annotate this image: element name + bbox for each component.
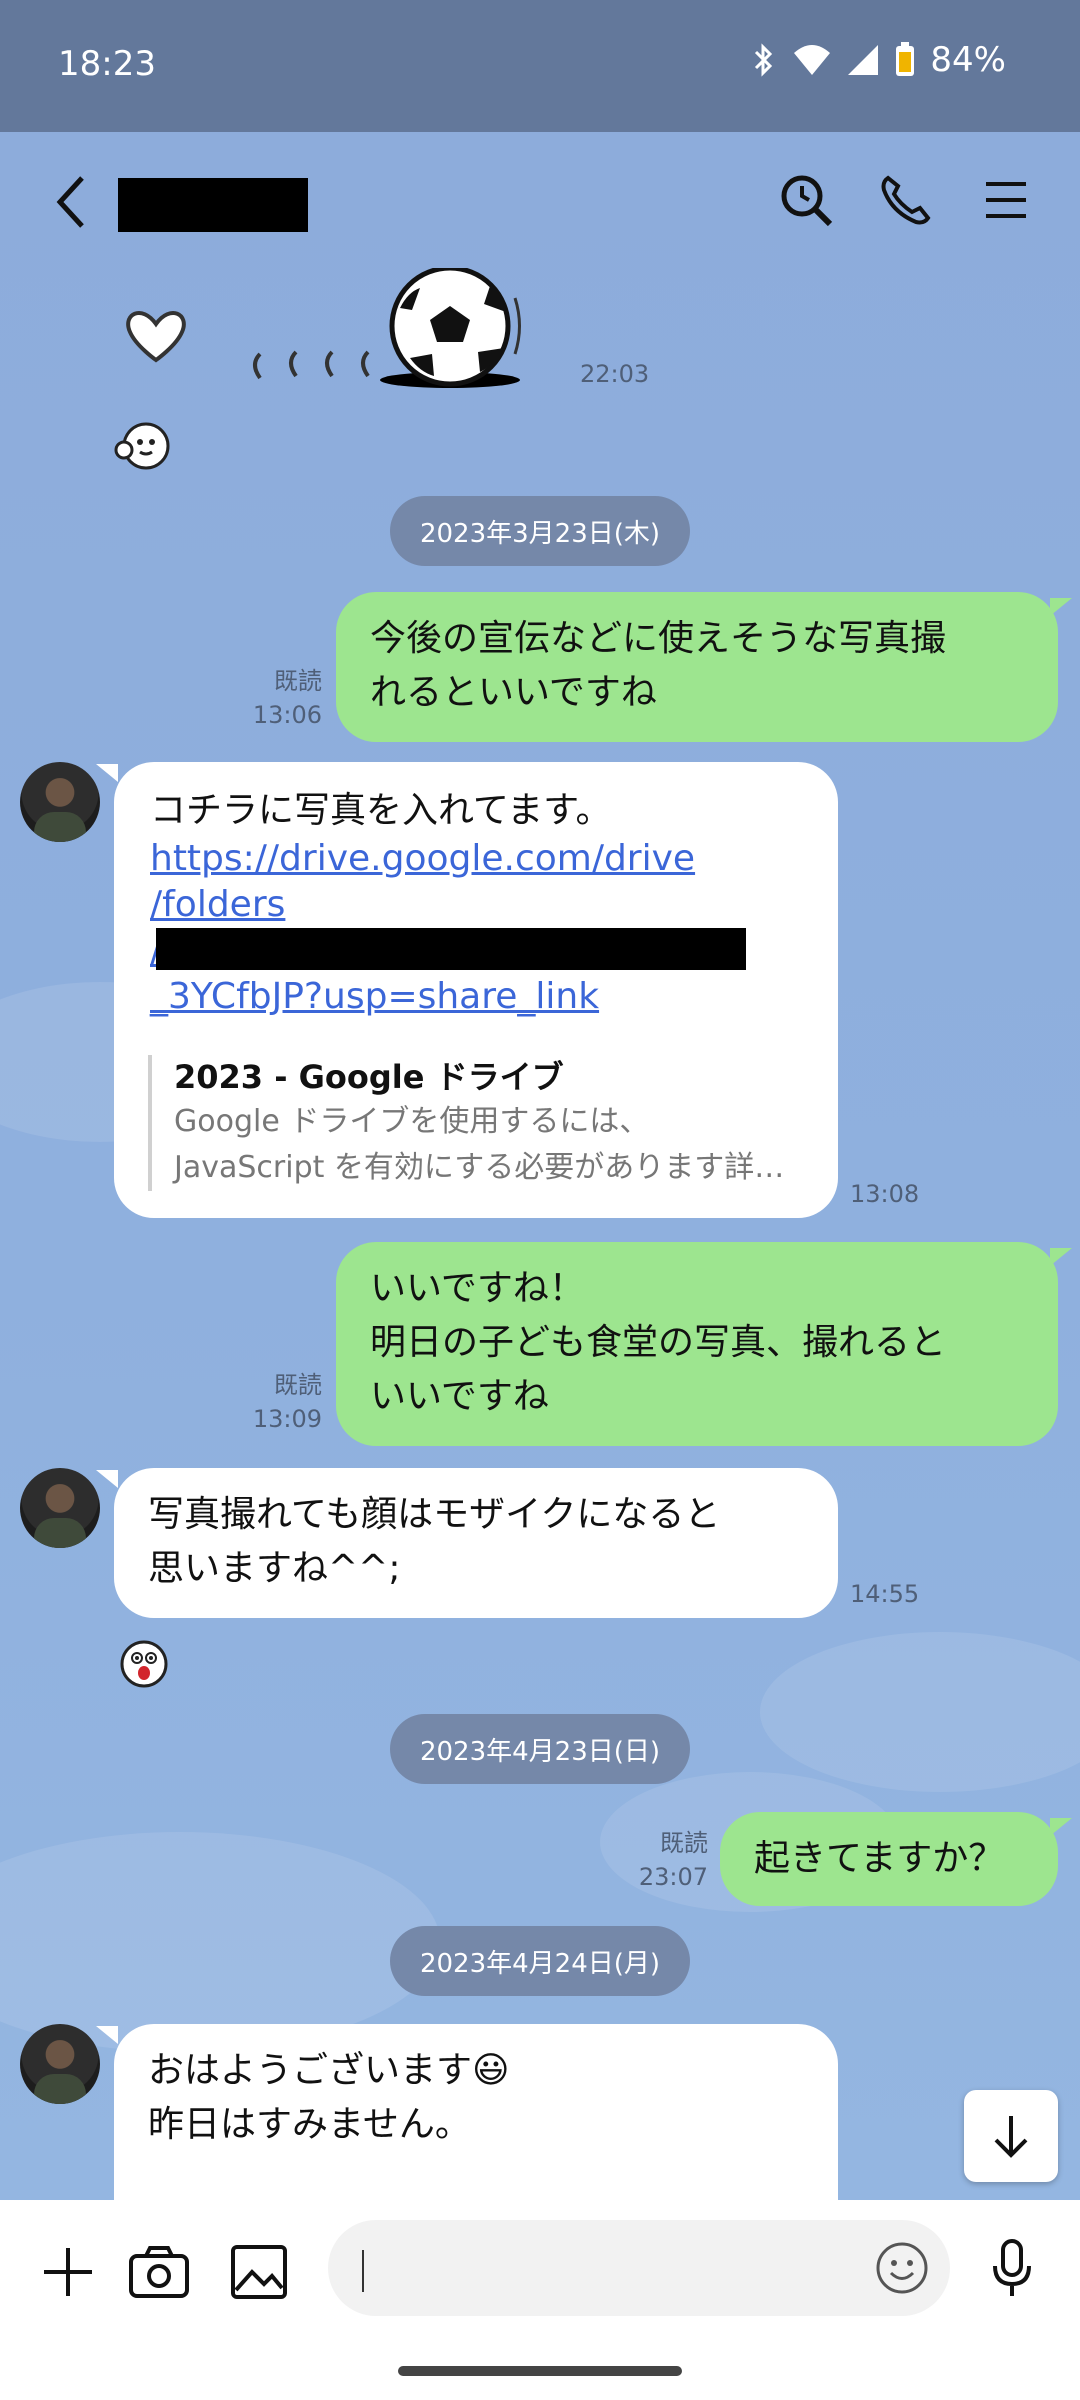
link-redacted <box>156 928 746 970</box>
scroll-to-bottom-button[interactable] <box>964 2090 1058 2182</box>
message-time: 23:07 <box>638 1863 708 1891</box>
status-icons: 84% <box>748 40 1006 80</box>
avatar[interactable] <box>20 762 100 842</box>
camera-icon[interactable] <box>128 2244 190 2300</box>
message-time: 14:55 <box>850 1580 920 1608</box>
plus-icon[interactable] <box>40 2244 96 2300</box>
date-separator: 2023年4月24日(月) <box>390 1926 690 1996</box>
avatar[interactable] <box>20 2024 100 2104</box>
message-time: 22:03 <box>580 360 650 388</box>
read-receipt: 既読 13:09 <box>252 1371 322 1433</box>
soccer-ball-sticker[interactable] <box>120 268 560 398</box>
status-bar: 18:23 84% <box>0 0 1080 132</box>
status-time: 18:23 <box>58 44 156 84</box>
preview-description: Google ドライブを使用するには、 <box>174 1104 650 1139</box>
message-time: 13:09 <box>252 1405 322 1433</box>
preview-description: JavaScript を有効にする必要があります詳… <box>174 1150 785 1185</box>
my-message-bubble[interactable]: いいですね！ 明日の子ども食堂の写真、撮れると いいですね <box>336 1242 1058 1446</box>
my-message-bubble[interactable]: 今後の宣伝などに使えそうな写真撮 れるといいですね <box>336 592 1058 742</box>
back-icon[interactable] <box>52 172 92 232</box>
surprised-face-sticker[interactable] <box>118 1638 170 1690</box>
message-time: 13:08 <box>850 1180 920 1208</box>
drive-link[interactable]: https://drive.google.com/drive <box>150 836 802 882</box>
text-caret <box>362 2250 364 2292</box>
wifi-icon <box>794 45 831 75</box>
my-message-bubble[interactable]: 起きてますか？ <box>720 1812 1058 1906</box>
phone-icon[interactable] <box>878 172 934 228</box>
image-icon[interactable] <box>230 2244 288 2300</box>
arrow-down-icon <box>994 2116 1028 2158</box>
home-indicator <box>398 2366 682 2376</box>
face-sticker[interactable] <box>114 420 172 470</box>
read-receipt: 既読 13:06 <box>252 667 322 729</box>
battery-percent: 84% <box>930 40 1006 80</box>
link-preview[interactable]: 2023 - Google ドライブ Google ドライブを使用するには、 J… <box>148 1055 784 1191</box>
search-icon[interactable] <box>778 172 834 228</box>
date-separator: 2023年3月23日(木) <box>390 496 690 566</box>
preview-title: 2023 - Google ドライブ <box>174 1058 564 1096</box>
microphone-icon[interactable] <box>990 2238 1034 2300</box>
drive-link[interactable]: _3YCfbJP?usp=share_link <box>150 974 802 1020</box>
drive-link[interactable]: /folders <box>150 882 802 928</box>
signal-icon <box>848 45 879 75</box>
read-receipt: 既読 23:07 <box>638 1829 708 1891</box>
avatar[interactable] <box>20 1468 100 1548</box>
message-input[interactable] <box>328 2220 950 2316</box>
their-message-bubble[interactable]: 写真撮れても顔はモザイクになると 思いますね^^; <box>114 1468 838 1618</box>
date-separator: 2023年4月23日(日) <box>390 1714 690 1784</box>
contact-name-redacted <box>118 178 308 232</box>
bluetooth-icon <box>755 43 773 77</box>
emoji-icon[interactable] <box>874 2240 930 2296</box>
message-time: 13:06 <box>252 701 322 729</box>
battery-icon <box>896 42 915 76</box>
menu-icon[interactable] <box>978 172 1034 228</box>
